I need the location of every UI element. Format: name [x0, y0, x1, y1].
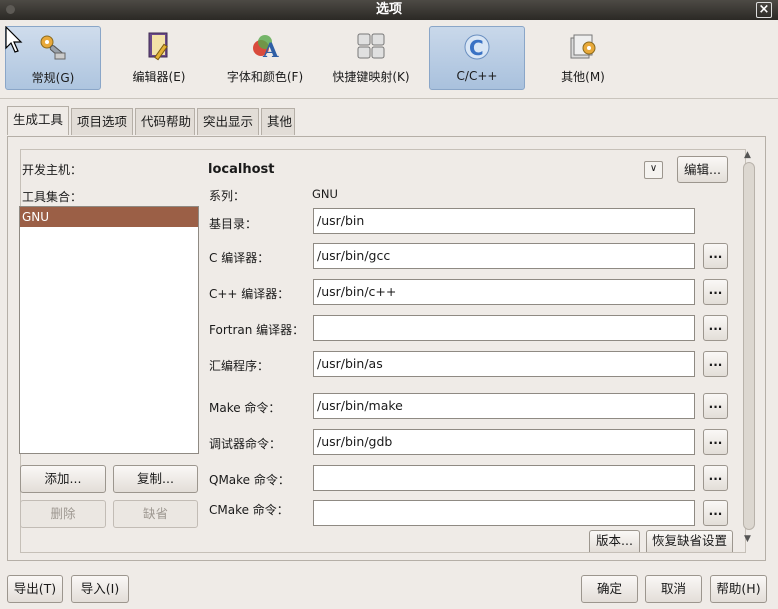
debugger-command-field[interactable]: /usr/bin/gdb — [313, 429, 695, 455]
base-directory-field[interactable]: /usr/bin — [313, 208, 695, 234]
family-label: 系列： — [209, 189, 246, 203]
cpp-icon: C — [461, 31, 493, 63]
toolbar-cpp[interactable]: C C/C++ — [429, 26, 525, 90]
close-button[interactable]: × — [756, 2, 772, 18]
fonts-colors-icon: A — [249, 30, 281, 62]
toolbar-label: 其他(M) — [561, 70, 605, 84]
toolbar-keymap[interactable]: 快捷键映射(K) — [323, 26, 419, 90]
tab-highlighting[interactable]: 突出显示 — [197, 108, 259, 135]
field-label: C 编译器： — [209, 251, 270, 265]
svg-text:C: C — [469, 36, 484, 60]
toolset-list[interactable]: GNU — [19, 206, 199, 454]
toolbar-label: 常规(G) — [31, 71, 75, 85]
field-label: 基目录： — [209, 217, 258, 231]
cmake-command-field[interactable] — [313, 500, 695, 526]
default-toolset-button[interactable]: 缺省 — [113, 500, 198, 528]
ok-button[interactable]: 确定 — [581, 575, 638, 603]
export-button[interactable]: 导出(T) — [7, 575, 63, 603]
copy-toolset-button[interactable]: 复制... — [113, 465, 198, 493]
field-label: CMake 命令： — [209, 503, 289, 517]
toolset-label: 工具集合： — [22, 190, 83, 204]
browse-qmake-button[interactable]: ... — [703, 465, 728, 491]
editor-icon — [143, 30, 175, 62]
window-menu-icon[interactable] — [6, 5, 15, 14]
import-button[interactable]: 导入(I) — [71, 575, 129, 603]
browse-cmake-button[interactable]: ... — [703, 500, 728, 526]
help-button[interactable]: 帮助(H) — [710, 575, 767, 603]
versions-button[interactable]: 版本... — [589, 530, 640, 552]
toolbar-label: 编辑器(E) — [132, 70, 186, 84]
toolbar-fonts-colors[interactable]: A 字体和颜色(F) — [217, 26, 313, 90]
delete-toolset-button[interactable]: 删除 — [20, 500, 106, 528]
browse-make-button[interactable]: ... — [703, 393, 728, 419]
field-label: QMake 命令： — [209, 473, 290, 487]
mouse-cursor-icon — [5, 26, 23, 53]
scrollbar-thumb[interactable] — [743, 162, 755, 530]
field-label: 汇编程序： — [209, 359, 270, 373]
tab-build-tools[interactable]: 生成工具 — [7, 106, 69, 135]
field-label: Make 命令： — [209, 401, 281, 415]
window-title: 选项 — [375, 2, 402, 17]
field-label: C++ 编译器： — [209, 287, 290, 301]
scroll-down-icon[interactable]: ▼ — [744, 534, 751, 544]
restore-defaults-button[interactable]: 恢复缺省设置 — [646, 530, 733, 552]
general-settings-icon — [37, 31, 69, 63]
toolbar-label: C/C++ — [456, 69, 498, 83]
svg-text:A: A — [262, 38, 279, 62]
category-toolbar: 常规(G) 编辑器(E) A 字体和颜色(F) 快捷键映射(K) C C/C++… — [0, 20, 778, 99]
tab-project-options[interactable]: 项目选项 — [71, 108, 133, 135]
add-toolset-button[interactable]: 添加... — [20, 465, 106, 493]
toolbar-label: 字体和颜色(F) — [226, 70, 304, 84]
browse-debugger-button[interactable]: ... — [703, 429, 728, 455]
toolbar-label: 快捷键映射(K) — [332, 70, 410, 84]
host-dropdown[interactable]: ∨ — [644, 161, 663, 179]
browse-cpp-compiler-button[interactable]: ... — [703, 279, 728, 305]
panel-scrollbar[interactable]: ▲ ▼ — [741, 150, 757, 550]
toolbar-editor[interactable]: 编辑器(E) — [111, 26, 207, 90]
list-item[interactable]: GNU — [20, 207, 198, 227]
fortran-compiler-field[interactable] — [313, 315, 695, 341]
field-label: 调试器命令： — [209, 437, 282, 451]
cancel-button[interactable]: 取消 — [645, 575, 702, 603]
tab-code-assistance[interactable]: 代码帮助 — [135, 108, 195, 135]
make-command-field[interactable]: /usr/bin/make — [313, 393, 695, 419]
tab-other[interactable]: 其他 — [261, 108, 295, 135]
edit-host-button[interactable]: 编辑... — [677, 156, 728, 183]
scroll-up-icon[interactable]: ▲ — [744, 150, 751, 160]
dev-host-value: localhost — [208, 162, 275, 177]
chevron-down-icon: ∨ — [649, 163, 658, 174]
title-bar: 选项 × — [0, 0, 778, 20]
dev-host-label: 开发主机： — [22, 163, 83, 177]
browse-c-compiler-button[interactable]: ... — [703, 243, 728, 269]
keymap-icon — [355, 30, 387, 62]
misc-icon — [567, 30, 599, 62]
browse-fortran-compiler-button[interactable]: ... — [703, 315, 728, 341]
cpp-compiler-field[interactable]: /usr/bin/c++ — [313, 279, 695, 305]
family-value: GNU — [312, 187, 338, 201]
c-compiler-field[interactable]: /usr/bin/gcc — [313, 243, 695, 269]
toolbar-misc[interactable]: 其他(M) — [535, 26, 631, 90]
assembler-field[interactable]: /usr/bin/as — [313, 351, 695, 377]
browse-assembler-button[interactable]: ... — [703, 351, 728, 377]
field-label: Fortran 编译器： — [209, 323, 305, 337]
qmake-command-field[interactable] — [313, 465, 695, 491]
